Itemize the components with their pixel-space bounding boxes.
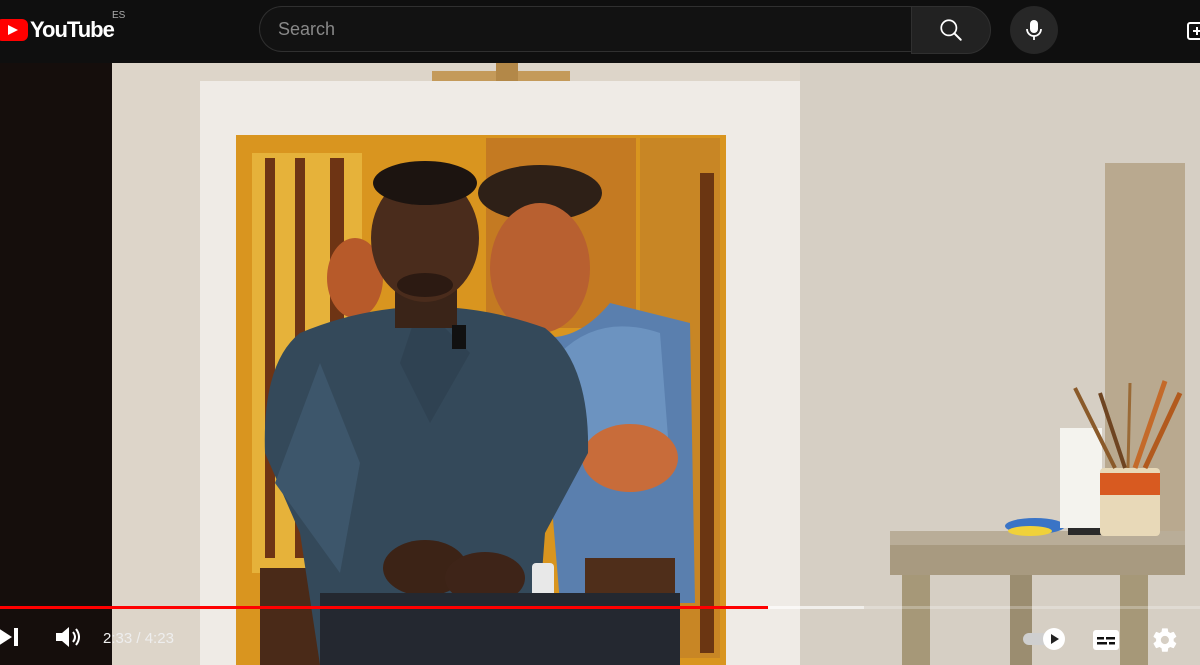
youtube-logo-icon <box>0 19 28 41</box>
next-icon[interactable] <box>0 625 22 649</box>
youtube-logo[interactable]: YouTube <box>0 14 115 46</box>
progress-played <box>0 606 768 609</box>
masthead: YouTube ES <box>0 0 1200 63</box>
progress-bar[interactable] <box>0 606 1200 609</box>
voice-search-button[interactable] <box>1010 6 1058 54</box>
search-input[interactable] <box>259 6 911 52</box>
country-code: ES <box>112 10 126 21</box>
settings-gear-icon[interactable] <box>1151 626 1179 654</box>
video-player[interactable]: 2:33 / 4:23 <box>0 63 1200 665</box>
current-time: 2:33 <box>103 630 133 647</box>
time-display: 2:33 / 4:23 <box>103 630 174 647</box>
volume-icon[interactable] <box>54 625 82 649</box>
duration: 4:23 <box>144 630 174 647</box>
search-button[interactable] <box>911 6 991 54</box>
search-icon <box>940 19 962 41</box>
time-separator: / <box>132 630 145 647</box>
create-button[interactable] <box>1180 16 1200 46</box>
video-frame <box>0 63 1200 665</box>
search-bar <box>259 6 991 54</box>
create-icon <box>1187 22 1200 40</box>
autoplay-toggle-icon[interactable] <box>1022 627 1068 651</box>
logo-text: YouTube <box>30 17 115 42</box>
player-controls: 2:33 / 4:23 <box>0 615 1200 665</box>
mic-icon <box>1026 20 1042 40</box>
captions-icon[interactable] <box>1092 629 1120 651</box>
